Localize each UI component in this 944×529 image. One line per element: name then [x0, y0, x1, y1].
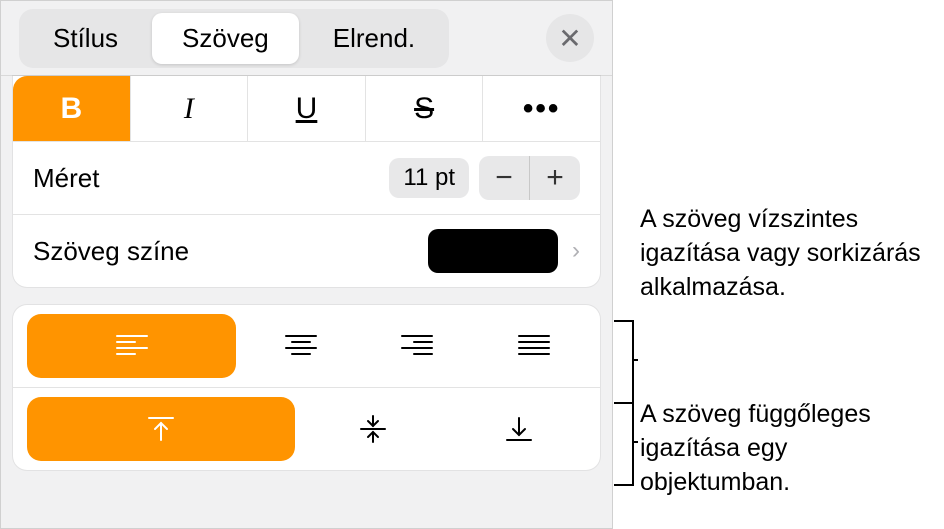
annotation-vertical-align: A szöveg függőleges igazítása egy objekt…	[640, 398, 930, 499]
chevron-right-icon: ›	[572, 237, 580, 265]
align-right-icon	[400, 333, 434, 359]
tab-arrange[interactable]: Elrend.	[303, 13, 445, 64]
font-section: B I U S ••• Méret 11 pt − + Szöveg színe…	[13, 76, 600, 287]
close-icon: ✕	[558, 22, 581, 55]
tab-arrange-label: Elrend.	[333, 23, 415, 53]
size-row: Méret 11 pt − +	[13, 142, 600, 215]
italic-button[interactable]: I	[131, 76, 249, 141]
callout-bracket-vert	[614, 402, 634, 486]
callout-tick-vert	[632, 441, 638, 443]
align-justify-button[interactable]	[481, 314, 586, 378]
text-color-swatch[interactable]	[428, 229, 558, 273]
strikethrough-icon: S	[414, 92, 434, 126]
ellipsis-icon: •••	[523, 92, 561, 126]
close-button[interactable]: ✕	[546, 14, 594, 62]
valign-bottom-button[interactable]	[452, 397, 586, 461]
bold-icon: B	[60, 92, 82, 126]
callout-bracket-horiz	[614, 320, 634, 404]
tab-style[interactable]: Stílus	[23, 13, 148, 64]
callout-tick-horiz	[632, 359, 638, 361]
tab-segmented-control: Stílus Szöveg Elrend.	[19, 9, 449, 68]
text-color-label: Szöveg színe	[33, 236, 189, 267]
align-justify-icon	[517, 333, 551, 359]
align-center-button[interactable]	[248, 314, 353, 378]
size-increase-button[interactable]: +	[530, 156, 580, 200]
underline-button[interactable]: U	[248, 76, 366, 141]
size-stepper: − +	[479, 156, 580, 200]
tab-bar: Stílus Szöveg Elrend. ✕	[1, 1, 612, 76]
more-styles-button[interactable]: •••	[483, 76, 600, 141]
size-decrease-button[interactable]: −	[479, 156, 530, 200]
size-label: Méret	[33, 163, 99, 194]
valign-top-button[interactable]	[27, 397, 295, 461]
size-value[interactable]: 11 pt	[389, 158, 469, 198]
align-left-button[interactable]	[27, 314, 236, 378]
align-right-button[interactable]	[365, 314, 470, 378]
font-style-row: B I U S •••	[13, 76, 600, 142]
tab-text-label: Szöveg	[182, 23, 269, 53]
align-center-icon	[284, 333, 318, 359]
tab-style-label: Stílus	[53, 23, 118, 53]
align-left-icon	[115, 333, 149, 359]
minus-icon: −	[495, 161, 513, 195]
italic-icon: I	[184, 92, 194, 126]
valign-middle-icon	[358, 414, 388, 444]
horizontal-align-row	[13, 305, 600, 388]
vertical-align-row	[13, 388, 600, 470]
annotation-horizontal-align: A szöveg vízszintes igazítása vagy sorki…	[640, 203, 930, 304]
alignment-section	[13, 305, 600, 470]
valign-bottom-icon	[504, 414, 534, 444]
bold-button[interactable]: B	[13, 76, 131, 141]
valign-middle-button[interactable]	[307, 397, 441, 461]
strikethrough-button[interactable]: S	[366, 76, 484, 141]
valign-top-icon	[146, 414, 176, 444]
tab-text[interactable]: Szöveg	[152, 13, 299, 64]
underline-icon: U	[296, 92, 318, 126]
text-color-row[interactable]: Szöveg színe ›	[13, 215, 600, 287]
plus-icon: +	[546, 161, 564, 195]
